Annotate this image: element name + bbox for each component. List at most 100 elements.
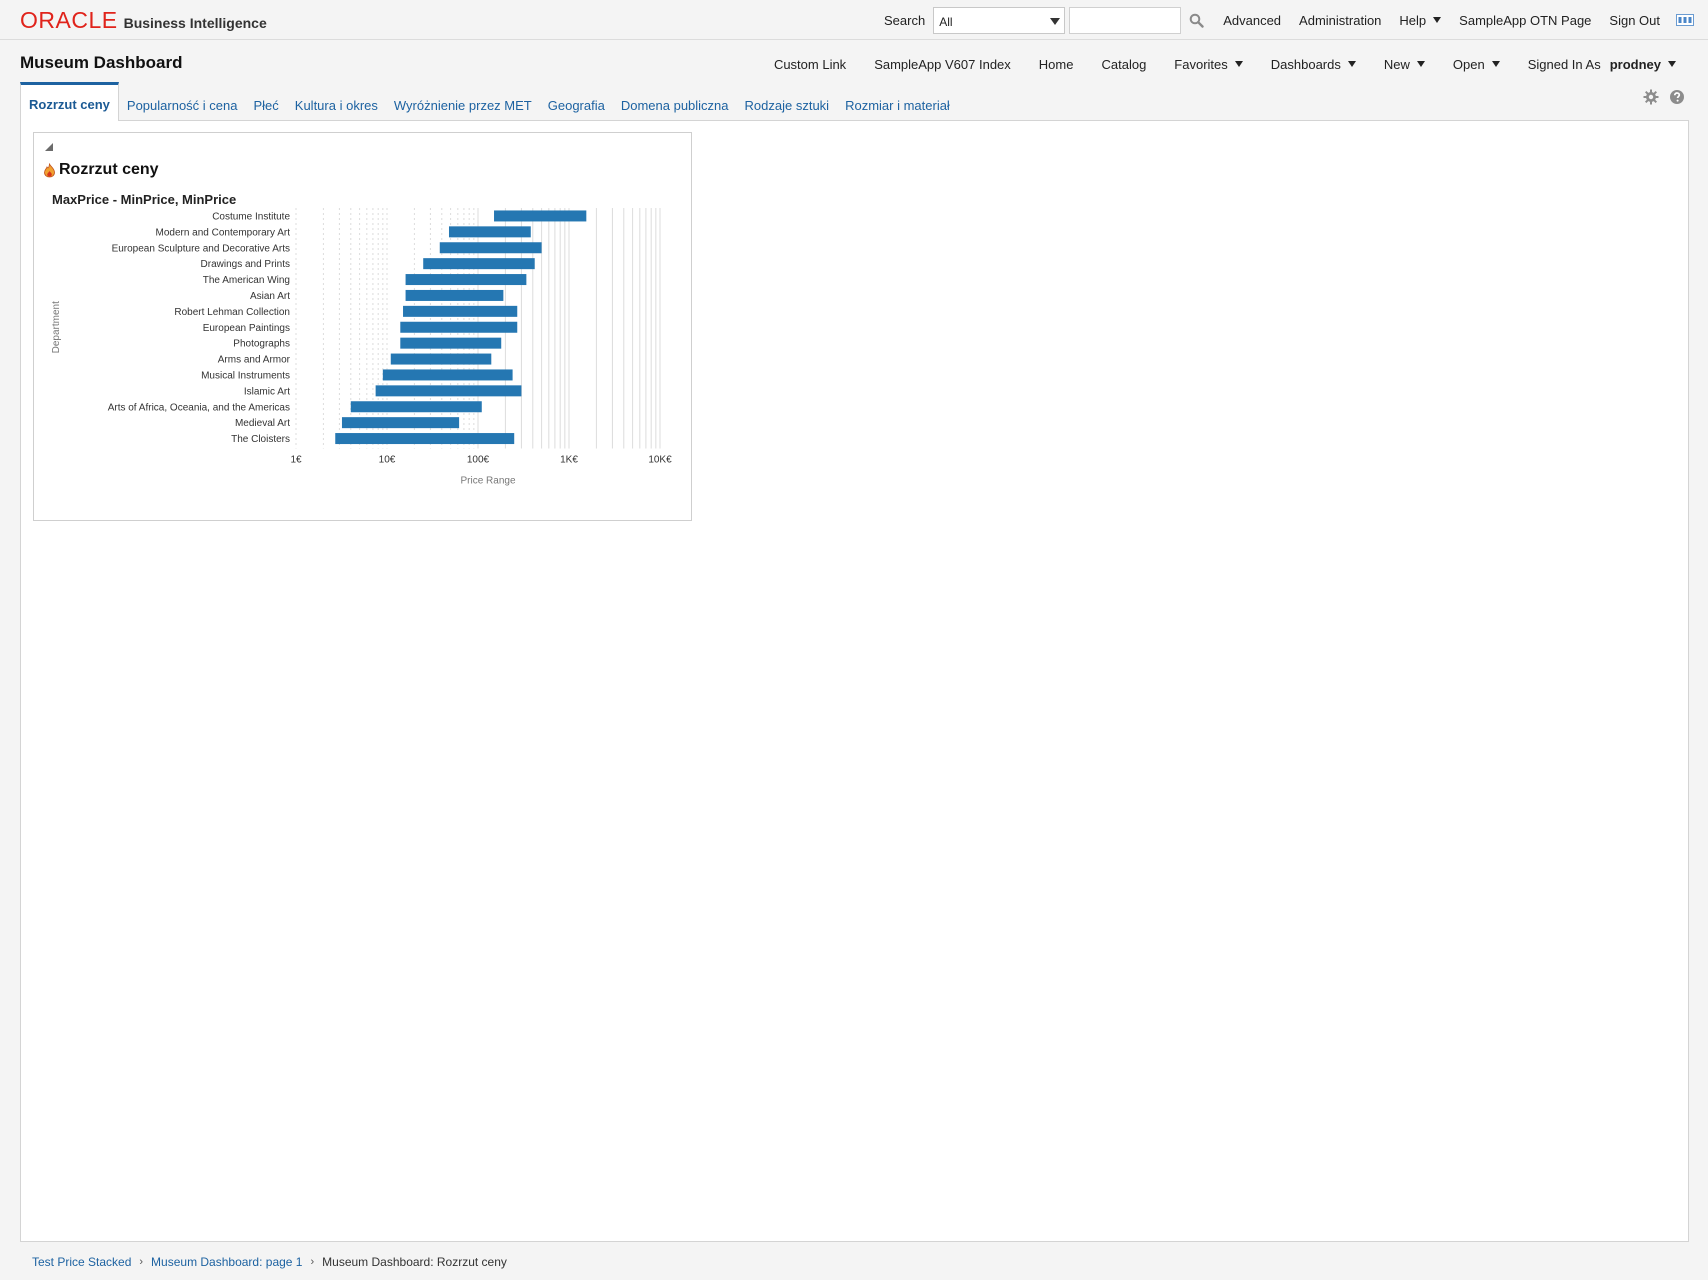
price-range-bar — [423, 258, 535, 270]
category-label: Medieval Art — [235, 418, 290, 429]
global-nav: Search All Advanced Administration Help … — [884, 0, 1708, 40]
price-range-bar — [405, 274, 527, 286]
page-title: Museum Dashboard — [20, 53, 183, 72]
dashboard-content: Rozrzut ceny MaxPrice - MinPrice, MinPri… — [20, 120, 1689, 1242]
new-label: New — [1383, 56, 1410, 72]
dashboard-nav: Custom Link SampleApp V607 Index Home Ca… — [760, 52, 1708, 76]
brand-oracle-text: ORACLE — [20, 7, 118, 33]
user-menu[interactable]: Signed In As prodney — [1528, 57, 1676, 72]
tab-popularnosc-i-cena[interactable]: Popularność i cena — [119, 83, 246, 121]
chevron-right-icon: › — [139, 1256, 144, 1268]
tab-plec[interactable]: Płeć — [245, 83, 286, 121]
search-scope-value: All — [939, 14, 953, 29]
category-label: The American Wing — [203, 275, 290, 286]
chevron-right-icon: › — [310, 1256, 315, 1268]
price-range-bar — [403, 305, 518, 317]
help-menu-label: Help — [1399, 12, 1427, 28]
x-axis-title: Price Range — [460, 476, 515, 487]
y-axis-title: Department — [51, 301, 62, 353]
sampleapp-index-link[interactable]: SampleApp V607 Index — [874, 57, 1011, 72]
price-range-chart[interactable]: 1€ 10€ 100€ 1K€ 10K€ Price Range Department Cos… — [34, 133, 691, 520]
gear-icon[interactable] — [1642, 88, 1660, 106]
custom-link[interactable]: Custom Link — [774, 57, 846, 72]
chevron-down-icon — [1347, 61, 1356, 67]
dashboard-tabs: Rozrzut ceny Popularność i cena Płeć Kul… — [20, 82, 958, 121]
x-tick-label: 100€ — [467, 455, 490, 466]
oracle-logo[interactable]: ORACLE Business Intelligence — [20, 7, 267, 33]
category-label: The Cloisters — [231, 434, 290, 445]
category-label: Islamic Art — [244, 386, 290, 397]
chevron-down-icon — [1668, 61, 1676, 67]
price-range-bar — [350, 401, 482, 413]
page-options — [1634, 88, 1686, 106]
category-label: Modern and Contemporary Art — [155, 227, 290, 238]
price-range-bar — [382, 369, 513, 381]
price-range-bar — [335, 433, 515, 445]
global-header: ORACLE Business Intelligence Search All … — [0, 0, 1708, 40]
price-range-bar — [375, 385, 522, 397]
breadcrumb-link-museum-dashboard-page-1[interactable]: Museum Dashboard: page 1 — [151, 1255, 302, 1269]
home-link[interactable]: Home — [1039, 57, 1074, 72]
help-menu[interactable]: Help — [1399, 12, 1442, 28]
category-label: European Paintings — [203, 323, 290, 334]
search-input[interactable] — [1069, 6, 1182, 34]
sign-out-link[interactable]: Sign Out — [1609, 13, 1660, 28]
catalog-link[interactable]: Catalog — [1101, 57, 1146, 72]
category-label: Drawings and Prints — [201, 259, 290, 270]
category-label: Arms and Armor — [218, 355, 291, 366]
favorites-menu[interactable]: Favorites — [1174, 56, 1243, 72]
breadcrumb-current: Museum Dashboard: Rozrzut ceny — [322, 1255, 507, 1269]
x-tick-label: 10K€ — [648, 455, 672, 466]
tab-domena-publiczna[interactable]: Domena publiczna — [613, 83, 737, 121]
breadcrumb-link-test-price-stacked[interactable]: Test Price Stacked — [32, 1255, 131, 1269]
tab-rozmiar-i-material[interactable]: Rozmiar i materiał — [837, 83, 958, 121]
category-label: Arts of Africa, Oceania, and the America… — [108, 402, 290, 413]
x-tick-label: 1€ — [290, 455, 302, 466]
tab-rodzaje-sztuki[interactable]: Rodzaje sztuki — [737, 83, 838, 121]
price-range-bar — [341, 417, 460, 429]
tab-kultura-i-okres[interactable]: Kultura i okres — [287, 83, 386, 121]
price-range-bar — [448, 226, 531, 238]
search-icon[interactable] — [1185, 7, 1207, 34]
signed-in-label: Signed In As — [1527, 56, 1601, 72]
x-tick-label: 1K€ — [560, 455, 578, 466]
chevron-down-icon — [1491, 61, 1500, 67]
sampleapp-otn-link[interactable]: SampleApp OTN Page — [1459, 13, 1591, 28]
category-label: Musical Instruments — [201, 370, 290, 381]
category-label: European Sculpture and Decorative Arts — [112, 243, 290, 254]
price-range-bar — [390, 353, 492, 365]
chevron-down-icon — [1234, 61, 1243, 67]
dashboards-label: Dashboards — [1270, 56, 1341, 72]
open-menu[interactable]: Open — [1453, 57, 1500, 72]
category-label: Costume Institute — [212, 211, 290, 222]
breadcrumb: Test Price Stacked › Museum Dashboard: p… — [32, 1255, 507, 1269]
price-range-bar — [400, 321, 518, 333]
administration-link[interactable]: Administration — [1299, 13, 1381, 28]
chevron-down-icon — [1416, 61, 1425, 67]
new-menu[interactable]: New — [1384, 57, 1425, 72]
help-icon[interactable] — [1668, 88, 1686, 106]
page-layout-icon[interactable] — [1675, 10, 1695, 30]
category-label: Asian Art — [250, 291, 290, 302]
chevron-down-icon — [1433, 17, 1442, 23]
search-scope-select[interactable]: All — [933, 6, 1066, 34]
tab-rozrzut-ceny[interactable]: Rozrzut ceny — [20, 82, 119, 121]
search-label: Search — [884, 12, 926, 28]
chevron-down-icon — [1050, 17, 1061, 25]
price-range-bar — [400, 337, 502, 349]
category-label: Robert Lehman Collection — [174, 307, 290, 318]
category-label: Photographs — [233, 339, 290, 350]
username: prodney — [1609, 56, 1661, 72]
brand-product-text: Business Intelligence — [123, 15, 267, 31]
x-tick-label: 10€ — [379, 455, 396, 466]
advanced-search-link[interactable]: Advanced — [1223, 13, 1281, 28]
dashboards-menu[interactable]: Dashboards — [1271, 57, 1356, 72]
price-range-bar — [405, 289, 504, 301]
chart-panel: Rozrzut ceny MaxPrice - MinPrice, MinPri… — [33, 132, 692, 521]
favorites-label: Favorites — [1174, 56, 1228, 72]
tab-wyroznienie-przez-met[interactable]: Wyróżnienie przez MET — [386, 83, 540, 121]
price-range-bar — [494, 210, 587, 222]
price-range-bar — [439, 242, 542, 254]
tab-geografia[interactable]: Geografia — [540, 83, 613, 121]
open-label: Open — [1452, 56, 1485, 72]
